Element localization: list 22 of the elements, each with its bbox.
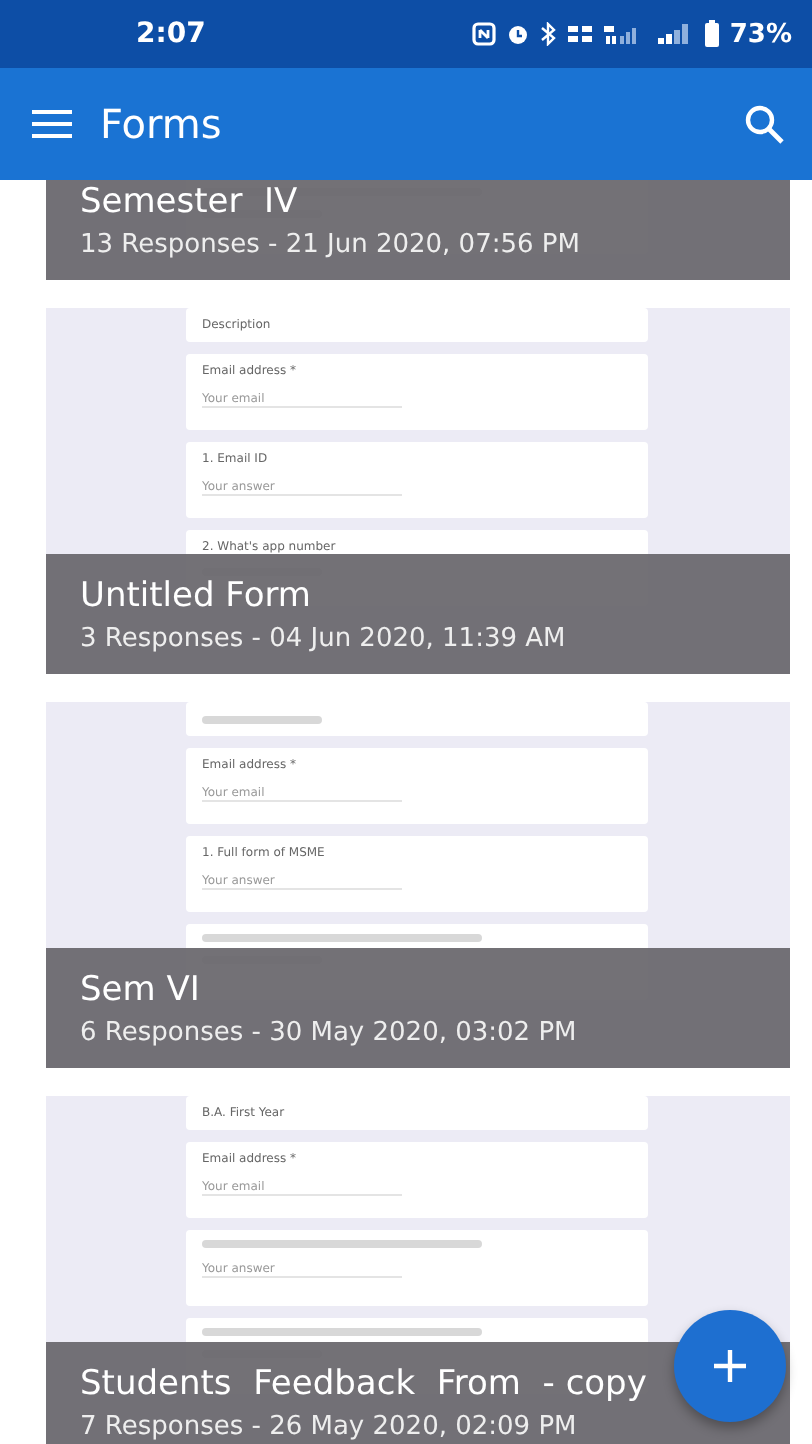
- blurred-text: [202, 715, 322, 723]
- menu-icon[interactable]: [32, 110, 72, 138]
- form-title: Semester IV: [80, 180, 298, 225]
- form-response-info: 6 Responses - 30 May 2020, 03:02 PM: [80, 1015, 577, 1051]
- plus-icon: [714, 1350, 746, 1382]
- battery-percentage: 73%: [729, 19, 792, 49]
- form-response-info: 3 Responses - 04 Jun 2020, 11:39 AM: [80, 621, 566, 657]
- nfc-icon: [471, 22, 496, 46]
- alarm-icon: [505, 22, 530, 46]
- app-title: Forms: [100, 100, 224, 148]
- form-response-info: 13 Responses - 21 Jun 2020, 07:56 PM: [80, 227, 580, 263]
- volte-icon: [565, 22, 594, 46]
- bluetooth-icon: [539, 22, 556, 46]
- form-title: Sem VI: [80, 967, 200, 1013]
- search-icon[interactable]: [744, 104, 784, 144]
- signal-icon: [657, 22, 694, 46]
- form-card[interactable]: Semester IV 13 Responses - 21 Jun 2020, 07:56 PM: [46, 180, 790, 280]
- status-time: 2:07: [136, 18, 208, 50]
- form-response-info: 7 Responses - 26 May 2020, 02:09 PM: [80, 1409, 577, 1444]
- form-title: Untitled Form: [80, 573, 311, 619]
- battery-icon: [703, 20, 720, 48]
- form-title: Students Feedback From - copy: [80, 1361, 647, 1407]
